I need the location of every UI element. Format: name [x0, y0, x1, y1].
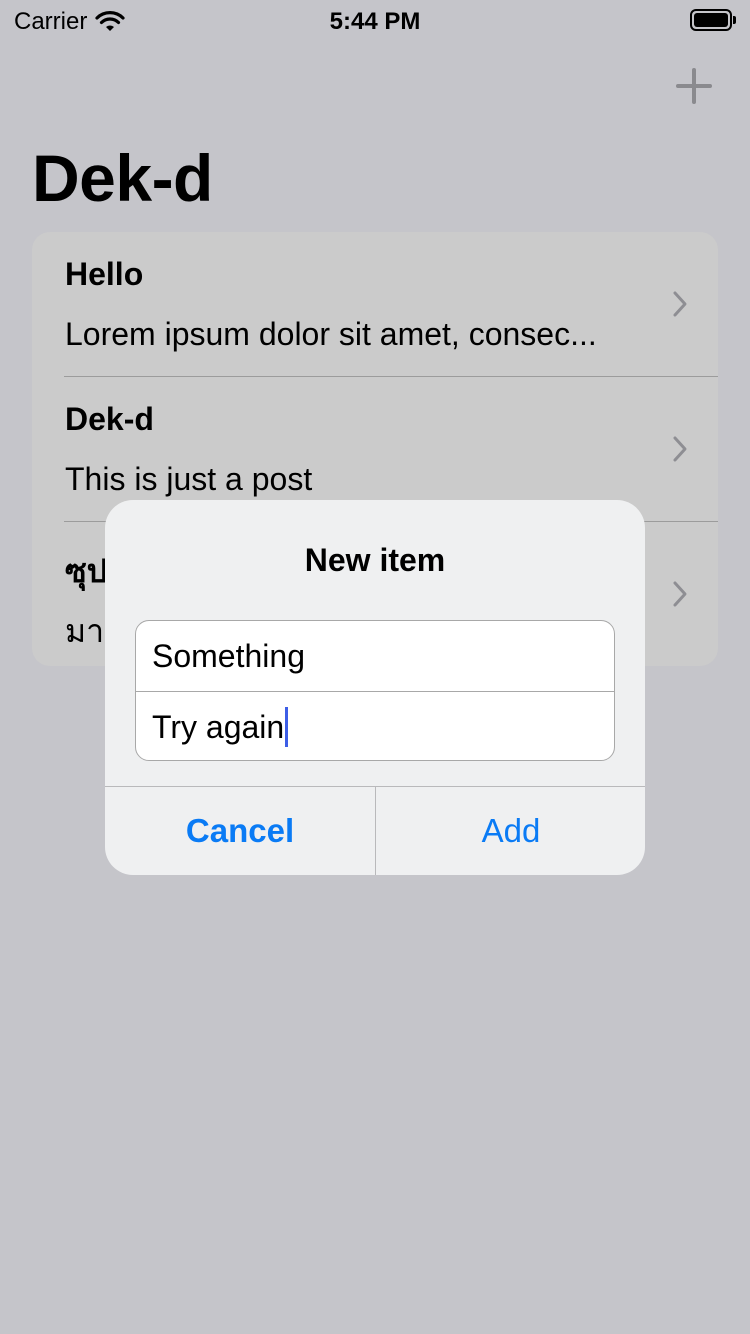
- status-time: 5:44 PM: [329, 8, 421, 35]
- alert-title: New item: [304, 542, 446, 578]
- list-item[interactable]: Hello Lorem ipsum dolor sit amet, consec…: [32, 232, 718, 377]
- battery-icon: [690, 8, 736, 32]
- list-item-subtitle: มา: [65, 613, 105, 649]
- chevron-right-icon: [673, 291, 687, 317]
- list-item-subtitle: This is just a post: [65, 461, 313, 497]
- first-text-field-value: Something: [152, 637, 305, 674]
- new-item-alert: New item Something Try again Cancel Add: [105, 500, 645, 875]
- status-bar: Carrier 5:44 PM: [0, 0, 750, 40]
- list-item-title: ซุป: [65, 553, 108, 589]
- page-title: Dek-d: [32, 141, 213, 215]
- text-caret: [285, 707, 289, 747]
- add-button[interactable]: Add: [376, 787, 645, 875]
- second-text-field[interactable]: Try again: [136, 692, 614, 760]
- add-item-button[interactable]: [674, 66, 714, 106]
- list-item-subtitle: Lorem ipsum dolor sit amet, consec...: [65, 316, 597, 352]
- chevron-right-icon: [673, 581, 687, 607]
- second-text-field-value: Try again: [152, 708, 285, 745]
- plus-icon: [676, 68, 712, 104]
- chevron-right-icon: [673, 436, 687, 462]
- first-text-field[interactable]: Something: [136, 621, 614, 691]
- cancel-button[interactable]: Cancel: [105, 787, 375, 875]
- list-item-title: Dek-d: [65, 401, 154, 437]
- list-item-title: Hello: [65, 256, 144, 292]
- alert-fields: Something Try again: [135, 620, 615, 761]
